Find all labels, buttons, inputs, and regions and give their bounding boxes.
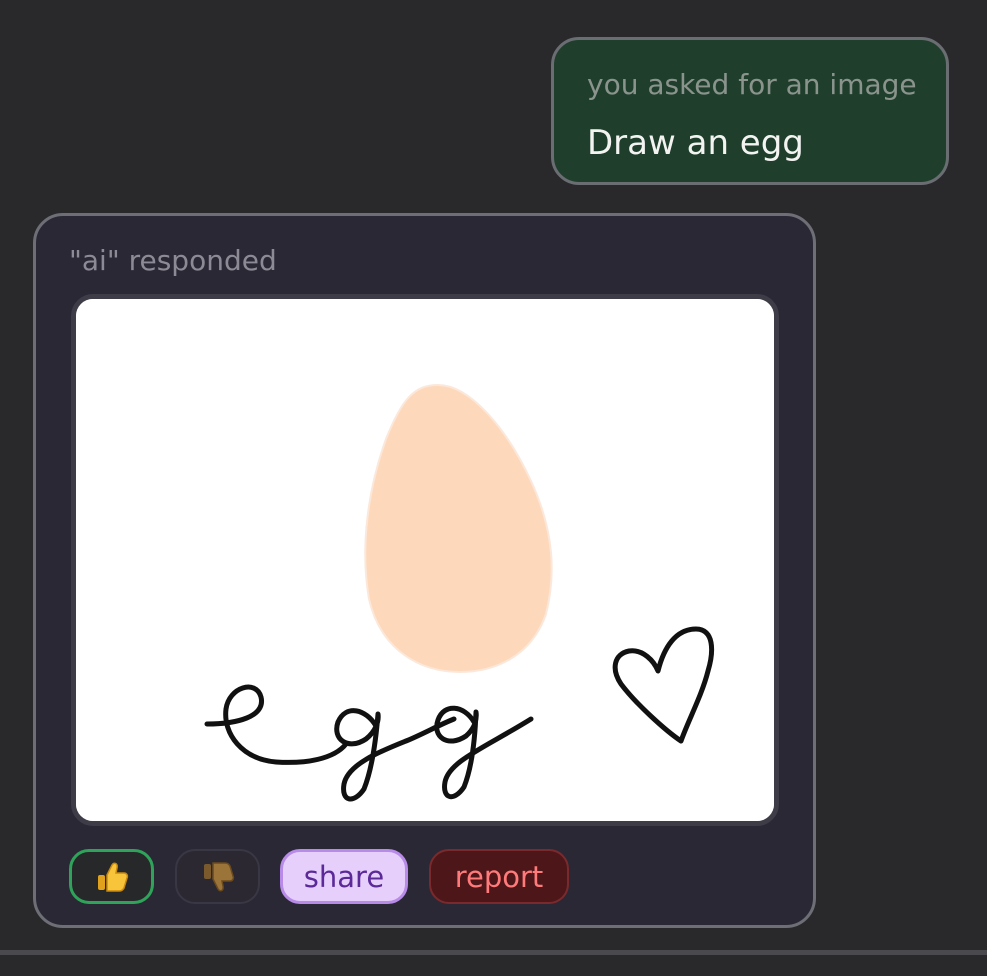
generated-image[interactable] (71, 294, 779, 826)
report-button[interactable]: report (429, 849, 569, 904)
dislike-button[interactable] (175, 849, 260, 904)
user-message-caption: you asked for an image (587, 68, 917, 101)
user-message-text: Draw an egg (587, 123, 804, 163)
user-message-bubble: you asked for an image Draw an egg (551, 37, 949, 185)
share-label: share (303, 859, 385, 894)
egg-drawing (76, 299, 774, 821)
thumbs-up-icon (97, 862, 128, 892)
like-button[interactable] (69, 849, 154, 904)
share-button[interactable]: share (280, 849, 408, 904)
thumbs-down-icon (203, 861, 234, 891)
ai-response-card: "ai" responded share report (33, 213, 816, 928)
ai-response-caption: "ai" responded (69, 244, 277, 277)
bottom-divider (0, 950, 987, 955)
report-label: report (454, 859, 544, 894)
chat-page: you asked for an image Draw an egg "ai" … (0, 0, 987, 976)
